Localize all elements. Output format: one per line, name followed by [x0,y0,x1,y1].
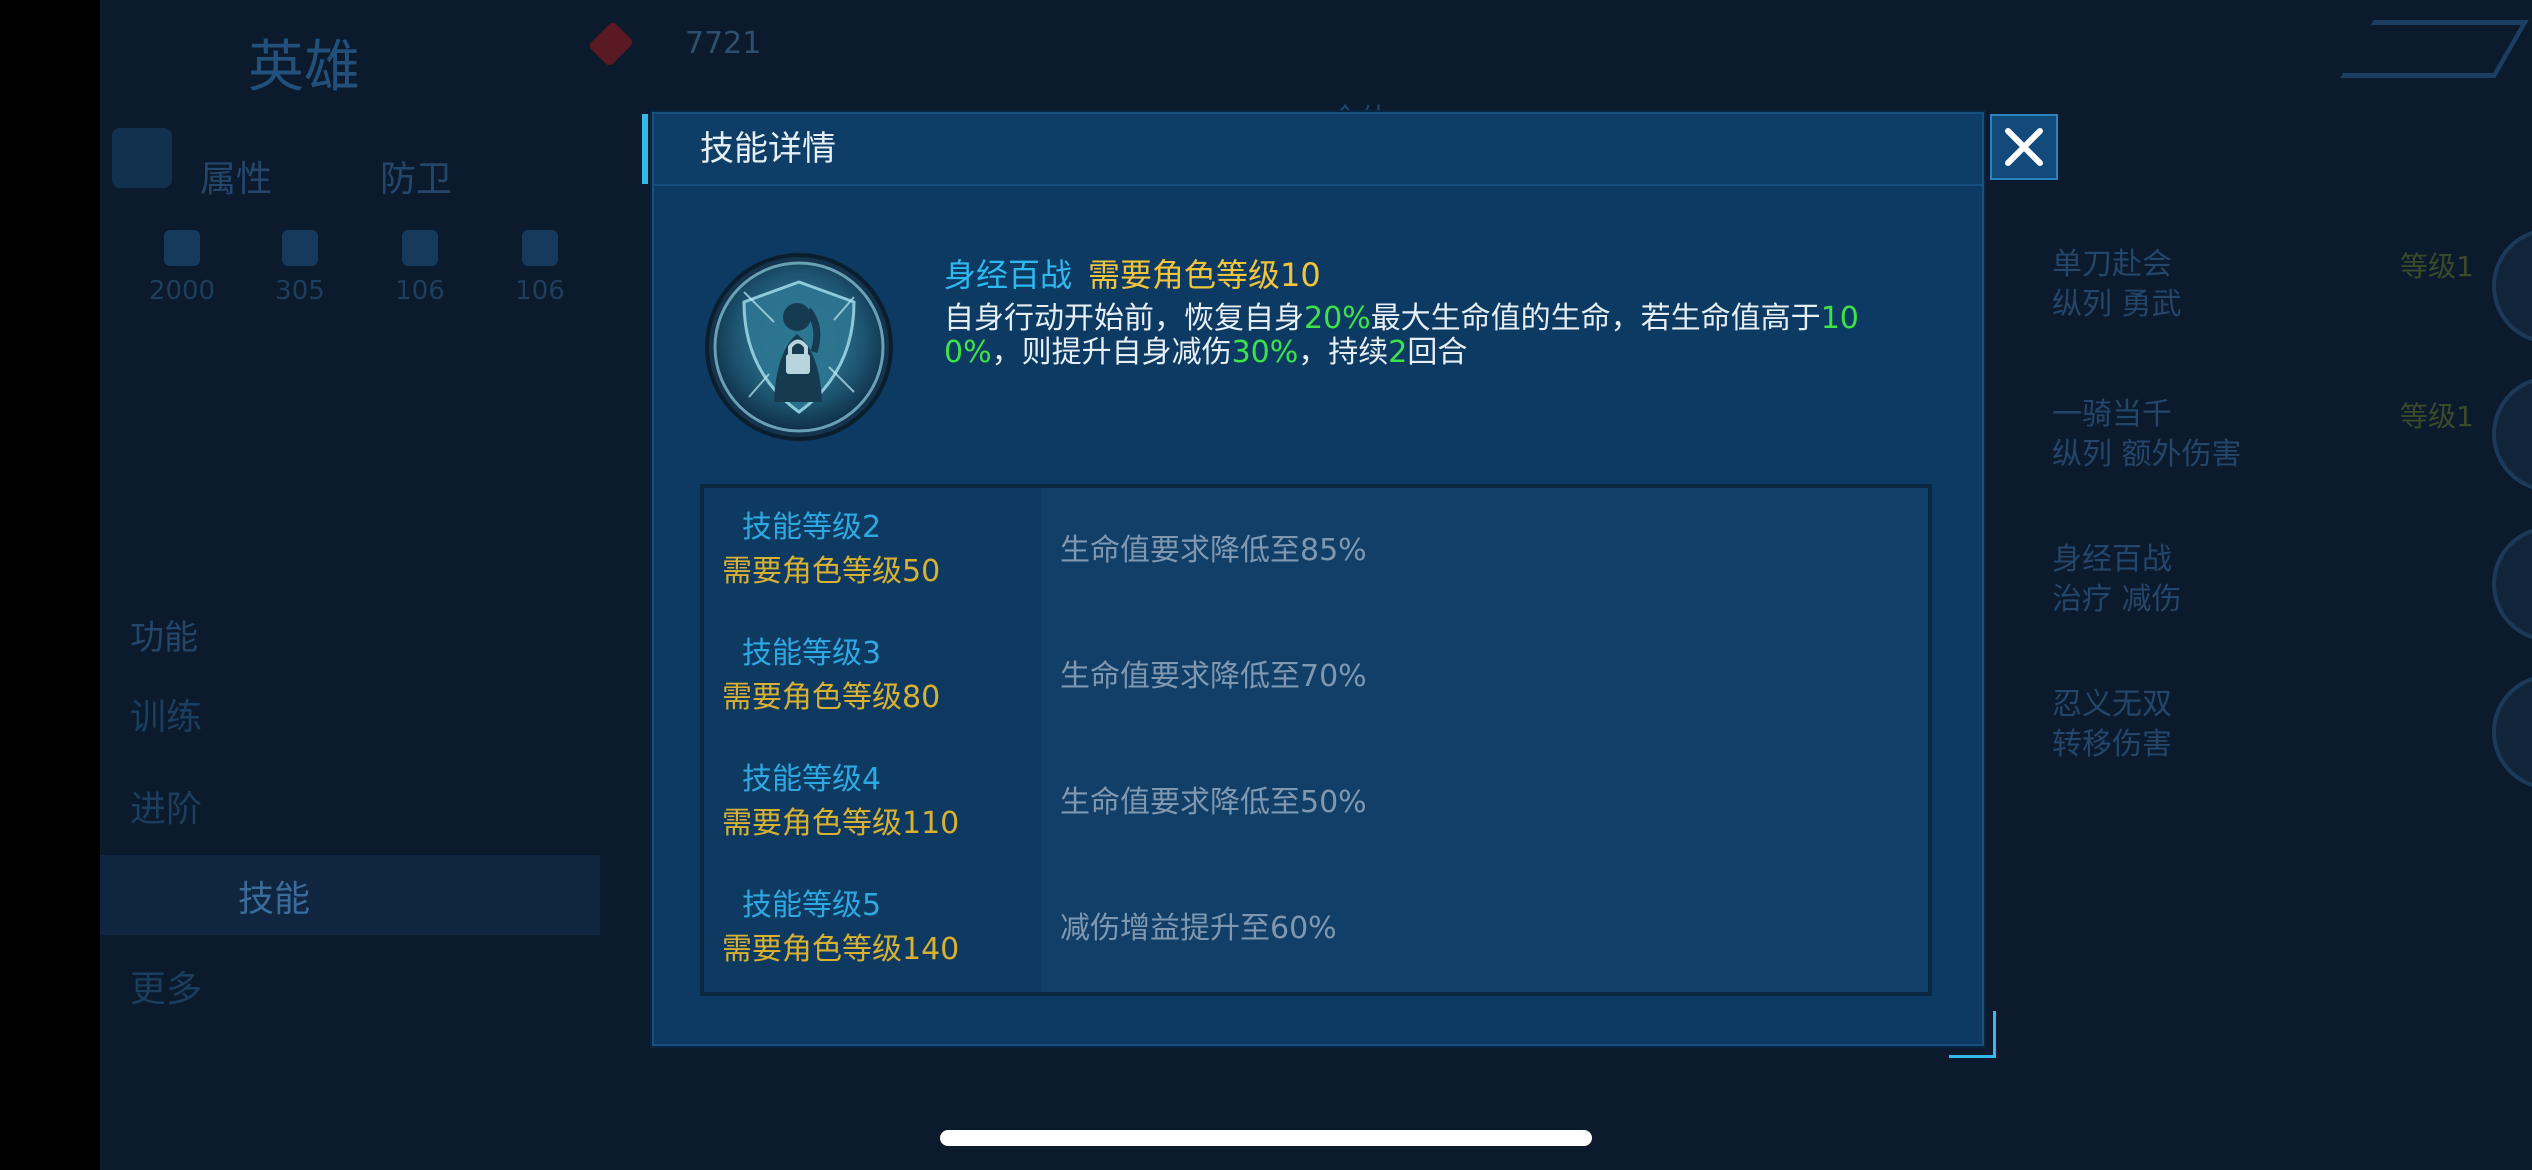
menu-item-more[interactable]: 更多 [130,960,202,1012]
skill-name: 身经百战 [944,256,1073,294]
home-indicator[interactable] [940,1130,1592,1146]
bg-skill-2-level: 等级1 [2400,400,2474,433]
level-name: 技能等级5 [742,888,882,923]
skill-description: 自身行动开始前，恢复自身20%最大生命值的生命，若生命值高于100%，则提升自身… [944,301,1859,370]
level-effect: 生命值要求降低至85% [1060,533,1367,568]
level-name: 技能等级4 [742,762,882,797]
tab-attributes[interactable]: 属性 [200,150,272,202]
search-icon[interactable] [112,128,172,188]
level-effect: 生命值要求降低至50% [1060,785,1367,820]
skill-detail-dialog: 技能详情 身经百战需要角色等级10 自身行动开始前，恢复自身20%最大生命值的 [642,112,1996,1058]
bg-skill-2-icon[interactable] [2492,376,2532,492]
bg-skill-4[interactable]: 忍义无双 转移伤害 [2052,685,2172,765]
bg-skill-1[interactable]: 单刀赴会 纵列 勇武 [2052,245,2182,325]
heart-icon [164,230,200,266]
level-requirement: 需要角色等级50 [722,554,941,589]
bg-skill-1-icon[interactable] [2492,228,2532,344]
stat-attack: 305 [250,230,350,306]
bg-skill-3[interactable]: 身经百战 治疗 减伤 [2052,540,2182,620]
bg-skill-2[interactable]: 一骑当千 纵列 额外伤害 [2052,395,2242,475]
helmet-icon [522,230,558,266]
sword-icon [282,230,318,266]
hero-screen-title: 英雄 [248,35,360,100]
level-requirement: 需要角色等级80 [722,680,941,715]
back-button[interactable] [2340,20,2529,78]
level-requirement: 需要角色等级140 [722,932,960,967]
level-name: 技能等级3 [742,636,882,671]
dialog-title: 技能详情 [700,129,836,169]
level-name: 技能等级2 [742,510,882,545]
table-row: 技能等级2 需要角色等级50 生命值要求降低至85% [704,488,1928,616]
bg-skill-4-icon[interactable] [2492,674,2532,790]
skill-level-table: 技能等级2 需要角色等级50 生命值要求降低至85% 技能等级3 需要角色等级8… [700,484,1932,996]
header-accent [642,114,648,184]
gem-icon [587,20,635,68]
armor-icon [402,230,438,266]
bg-skill-1-level: 等级1 [2400,250,2474,283]
level-effect: 减伤增益提升至60% [1060,911,1337,946]
tab-defense[interactable]: 防卫 [380,150,452,202]
shield-icon [705,253,893,441]
bg-skill-3-icon[interactable] [2492,526,2532,642]
table-row: 技能等级3 需要角色等级80 生命值要求降低至70% [704,614,1928,742]
level-requirement: 需要角色等级110 [722,806,960,841]
stat-resist: 106 [490,230,590,306]
table-row: 技能等级5 需要角色等级140 减伤增益提升至60% [704,866,1928,992]
skill-level-requirement: 需要角色等级10 [1088,256,1321,294]
dialog-corner-accent [1949,1011,1996,1058]
menu-item-advance[interactable]: 进阶 [130,780,202,832]
menu-item-train[interactable]: 训练 [130,688,202,740]
close-icon [2005,128,2043,166]
stat-defense: 106 [370,230,470,306]
table-row: 技能等级4 需要角色等级110 生命值要求降低至50% [704,740,1928,868]
skill-shield-icon [704,252,894,442]
menu-item-skills[interactable]: 技能 [238,870,310,922]
skill-title-line: 身经百战 需要角色等级10 [944,250,1321,296]
level-effect: 生命值要求降低至70% [1060,659,1367,694]
function-header: 功能 [130,618,198,658]
menu-active-highlight [100,855,600,935]
currency-amount: 7721 [685,26,762,61]
dialog-header: 技能详情 [642,114,1982,186]
close-button[interactable] [1990,114,2058,180]
stat-health: 2000 [132,230,232,306]
